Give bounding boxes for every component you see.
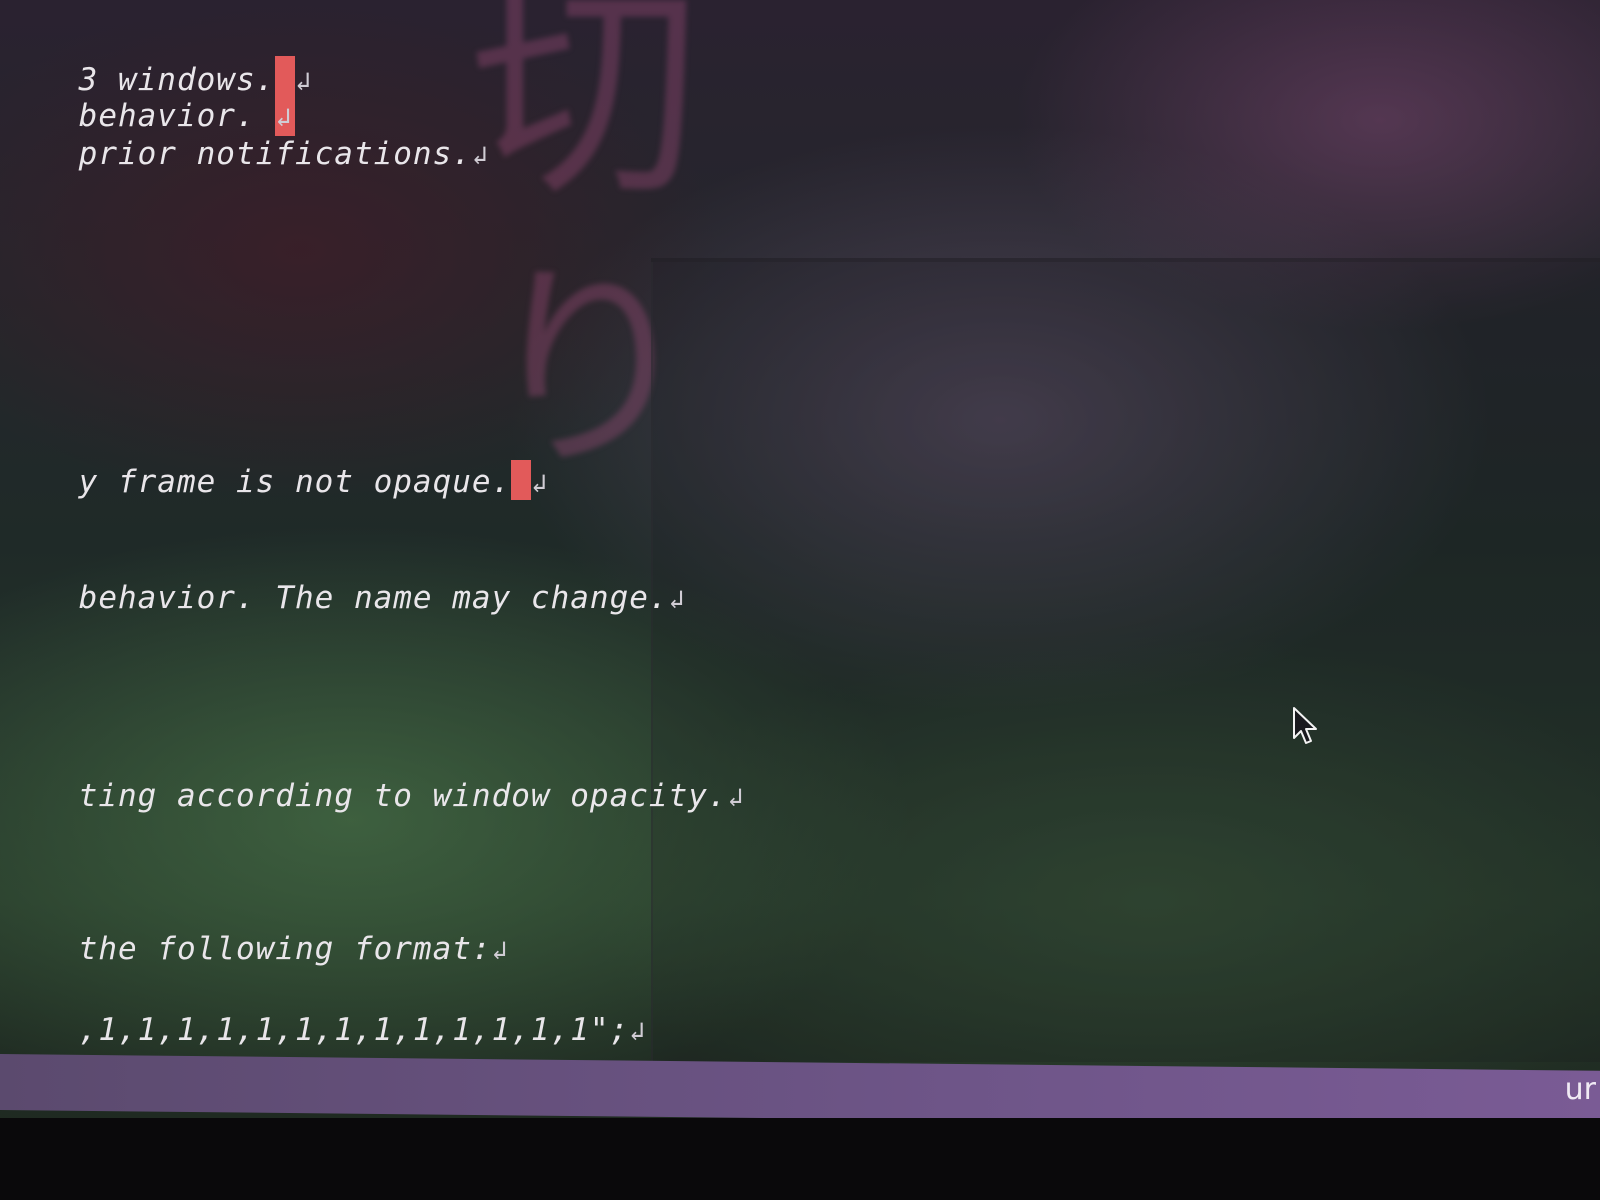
- newline-marker: ↲: [295, 67, 312, 97]
- editor-line-text: ting according to window opacity.: [78, 778, 728, 814]
- editor-line-text: the following format:: [78, 931, 492, 967]
- pane-divider-horizontal: [651, 258, 1600, 262]
- mouse-pointer-icon: [1293, 707, 1317, 744]
- editor-line-text: prior notifications.: [78, 136, 472, 172]
- newline-marker: ↲: [471, 141, 489, 171]
- newline-marker: ↲: [727, 783, 745, 813]
- editor-line-5[interactable]: behavior. The name may change.↲: [0, 544, 685, 652]
- editor-line-text: behavior. The name may change.: [78, 580, 669, 616]
- status-bar: [0, 1054, 1600, 1127]
- right-editor-pane[interactable]: [653, 262, 1600, 1062]
- newline-marker: ↲: [629, 1017, 646, 1047]
- editor-line-6[interactable]: ting according to window opacity.↲: [0, 742, 744, 850]
- text-cursor: [511, 460, 532, 500]
- desktop-screen: 切 り 3 windows. ↲ behavior. ↲ prior notific…: [0, 0, 1600, 1200]
- editor-line-3[interactable]: prior notifications.↲: [0, 100, 489, 208]
- screen-bezel: [0, 1118, 1600, 1200]
- editor-line-4[interactable]: y frame is not opaque. ↲: [0, 424, 548, 536]
- editor-line-text: ,1,1,1,1,1,1,1,1,1,1,1,1,1";: [78, 1012, 630, 1048]
- status-bar-text: ur: [1564, 1072, 1596, 1107]
- newline-marker: ↲: [531, 469, 548, 499]
- wallpaper-kanji-top: 切: [470, 0, 701, 228]
- newline-marker: ↲: [668, 585, 686, 615]
- newline-marker: ↲: [491, 936, 509, 966]
- editor-line-text: y frame is not opaque.: [78, 464, 512, 500]
- pane-divider-vertical[interactable]: [651, 262, 653, 1117]
